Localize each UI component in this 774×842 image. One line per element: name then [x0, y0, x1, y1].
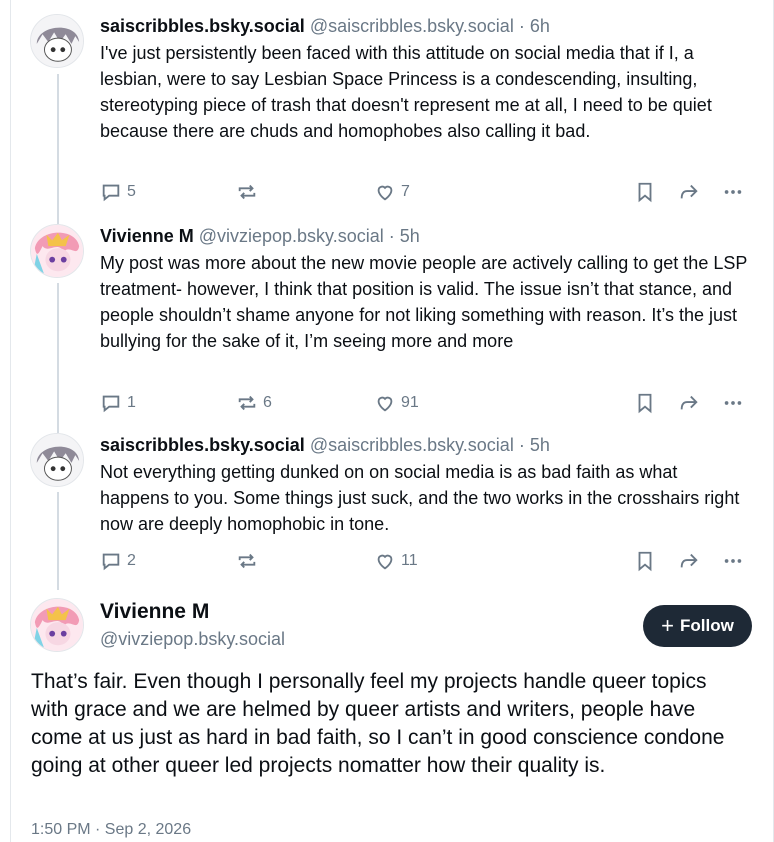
repost-icon	[238, 553, 256, 569]
share-icon	[680, 184, 698, 199]
author-name[interactable]: saiscribbles.bsky.social	[100, 435, 305, 455]
author-handle[interactable]: @saiscribbles.bsky.social	[310, 435, 514, 455]
author-handle[interactable]: @vivziepop.bsky.social	[100, 626, 285, 652]
reply-button[interactable]: 2	[100, 550, 136, 572]
author-handle[interactable]: @saiscribbles.bsky.social	[310, 16, 514, 36]
like-count: 11	[401, 552, 418, 569]
author-name[interactable]: saiscribbles.bsky.social	[100, 16, 305, 36]
post-actions: 1 6 91	[100, 390, 750, 416]
post-actions: 5 7	[100, 179, 750, 205]
share-button[interactable]	[678, 392, 700, 414]
reply-count: 2	[127, 552, 136, 569]
like-count: 7	[401, 183, 410, 200]
share-button[interactable]	[678, 181, 700, 203]
post-time[interactable]: 5h	[400, 226, 420, 246]
follow-button[interactable]: + Follow	[643, 605, 752, 647]
avatar[interactable]	[30, 14, 84, 68]
share-icon	[680, 553, 698, 568]
focused-post: Vivienne M @vivziepop.bsky.social + Foll…	[10, 596, 764, 842]
repost-button[interactable]	[236, 550, 263, 572]
post-content: Vivienne M @vivziepop.bsky.social · 5h M…	[100, 224, 750, 354]
like-count: 91	[401, 394, 419, 411]
author-handle[interactable]: @vivziepop.bsky.social	[199, 226, 384, 246]
repost-button[interactable]	[236, 181, 263, 203]
more-button[interactable]	[722, 181, 744, 203]
like-icon	[377, 185, 393, 201]
reply-button[interactable]: 1	[100, 392, 136, 414]
bookmark-button[interactable]	[634, 550, 656, 572]
avatar[interactable]	[30, 598, 84, 652]
post-text: Not everything getting dunked on on soci…	[100, 462, 740, 534]
like-icon	[377, 554, 393, 570]
avatar[interactable]	[30, 224, 84, 278]
reply-count: 1	[127, 394, 136, 411]
reply-post[interactable]: saiscribbles.bsky.social @saiscribbles.b…	[10, 14, 764, 214]
more-icon	[724, 190, 742, 194]
reply-icon	[102, 395, 120, 413]
meta-separator: ·	[518, 435, 525, 455]
post-meta: saiscribbles.bsky.social @saiscribbles.b…	[100, 14, 750, 38]
post-meta: saiscribbles.bsky.social @saiscribbles.b…	[100, 433, 750, 457]
post-time[interactable]: 6h	[530, 16, 550, 36]
like-button[interactable]: 11	[374, 550, 418, 572]
share-button[interactable]	[678, 550, 700, 572]
reply-post[interactable]: Vivienne M @vivziepop.bsky.social · 5h M…	[10, 224, 764, 424]
bookmark-icon	[638, 182, 652, 203]
like-button[interactable]: 7	[374, 181, 410, 203]
repost-icon	[238, 184, 256, 200]
meta-separator: ·	[518, 16, 525, 36]
reply-icon	[102, 184, 120, 202]
author-name[interactable]: Vivienne M	[100, 598, 209, 626]
post-content: saiscribbles.bsky.social @saiscribbles.b…	[100, 14, 750, 144]
follow-label: Follow	[680, 616, 734, 635]
bookmark-icon	[638, 551, 652, 572]
reply-count: 5	[127, 183, 136, 200]
post-time[interactable]: 5h	[530, 435, 550, 455]
plus-icon: +	[661, 613, 675, 638]
post-actions: 2 11	[100, 548, 750, 574]
avatar[interactable]	[30, 433, 84, 487]
bookmark-button[interactable]	[634, 392, 656, 414]
post-content: saiscribbles.bsky.social @saiscribbles.b…	[100, 433, 750, 537]
bookmark-icon	[638, 393, 652, 414]
post-meta: Vivienne M @vivziepop.bsky.social · 5h	[100, 224, 750, 248]
author-name[interactable]: Vivienne M	[100, 226, 194, 246]
post-text: That’s fair. Even though I personally fe…	[31, 670, 725, 777]
reply-icon	[102, 553, 120, 571]
post-text: I've just persistently been faced with t…	[100, 43, 712, 141]
more-icon	[724, 401, 742, 405]
more-button[interactable]	[722, 392, 744, 414]
reply-post[interactable]: saiscribbles.bsky.social @saiscribbles.b…	[10, 433, 764, 583]
share-icon	[680, 395, 698, 410]
more-button[interactable]	[722, 550, 744, 572]
meta-separator: ·	[388, 226, 395, 246]
repost-icon	[238, 395, 256, 411]
more-icon	[724, 559, 742, 563]
repost-count: 6	[263, 394, 272, 411]
like-button[interactable]: 91	[374, 392, 419, 414]
bookmark-button[interactable]	[634, 181, 656, 203]
post-text: My post was more about the new movie peo…	[100, 253, 748, 351]
reply-button[interactable]: 5	[100, 181, 136, 203]
like-icon	[377, 396, 393, 412]
post-timestamp[interactable]: 1:50 PM · Sep 2, 2026	[31, 821, 191, 839]
repost-button[interactable]: 6	[236, 392, 272, 414]
